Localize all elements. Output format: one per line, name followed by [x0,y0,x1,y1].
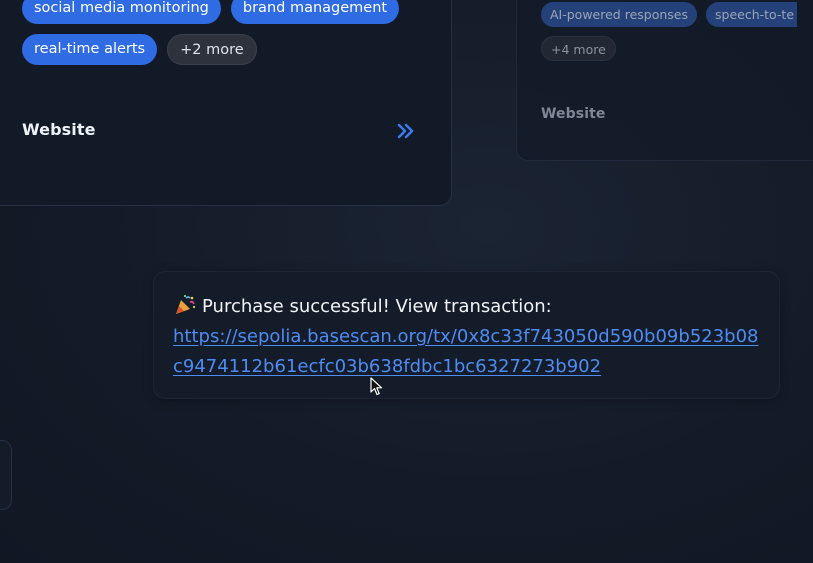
open-website-button[interactable] [394,120,418,142]
tag-list-right: AI-powered responses speech-to-te +4 mor… [541,2,801,61]
tag-list-left: social media monitoring brand management… [22,0,422,65]
tag-chip[interactable]: speech-to-te [706,2,798,27]
tag-chip[interactable]: social media monitoring [22,0,221,24]
purchase-success-toast: Purchase successful! View transaction: h… [153,271,780,399]
tool-card-bottom-left [0,440,12,510]
mouse-pointer-icon [370,377,383,396]
tag-chip[interactable]: real-time alerts [22,34,158,65]
website-link[interactable]: Website [541,106,605,122]
website-link[interactable]: Website [22,120,96,139]
more-tags-chip[interactable]: +2 more [167,34,257,65]
toast-message-row: Purchase successful! View transaction: [174,294,552,317]
transaction-link[interactable]: https://sepolia.basescan.org/tx/0x8c33f7… [173,322,763,382]
chevron-double-right-icon [397,123,414,139]
tag-chip[interactable]: AI-powered responses [541,2,697,27]
party-popper-icon [176,294,196,314]
tag-chip[interactable]: brand management [230,0,400,24]
toast-message: Purchase successful! View transaction: [202,296,552,317]
more-tags-chip[interactable]: +4 more [541,36,616,61]
